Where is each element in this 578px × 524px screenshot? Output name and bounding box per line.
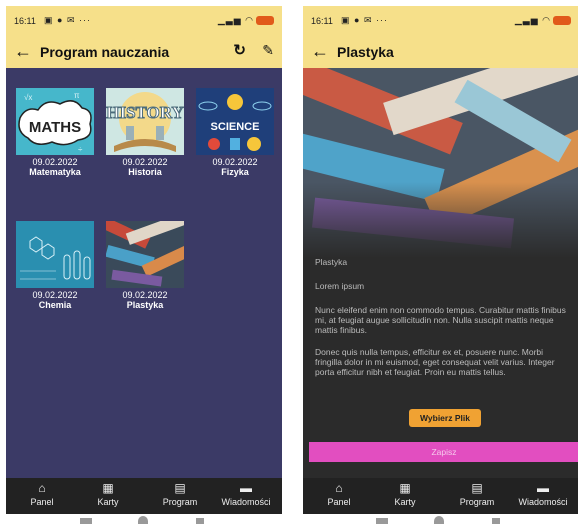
battery-icon (553, 16, 571, 26)
chemistry-cover-image (16, 221, 94, 288)
subject-card-plastyka[interactable]: 09.02.2022 Plastyka (106, 221, 184, 313)
library-icon: ▤ (174, 481, 186, 495)
pick-file-button[interactable]: Wybierz Plik (409, 409, 481, 427)
bottom-navigation: ⌂ Panel ▦ Karty ▤ Program ▬ Wiadomości (6, 478, 282, 514)
nav-item-wiadomosci[interactable]: ▬ Wiadomości (214, 481, 278, 507)
subject-card-chemia[interactable]: 09.02.2022 Chemia (16, 221, 94, 313)
notification-icons: ▣ ● ✉ ··· (341, 15, 388, 25)
message-icon: ▬ (240, 481, 252, 495)
subject-name: Matematyka (29, 167, 81, 177)
description-paragraph-1: Nunc eleifend enim non commodo tempus. C… (315, 305, 566, 335)
home-button-icon[interactable] (138, 516, 148, 524)
description-paragraph-2: Donec quis nulla tempus, efficitur ex et… (315, 347, 555, 377)
arrow-back-icon[interactable]: ← (14, 41, 32, 61)
subject-name: Plastyka (126, 300, 164, 310)
subject-name: Fizyka (221, 167, 249, 177)
maths-cover-image: MATHS √x π ÷ (16, 88, 94, 155)
subject-name: Historia (128, 167, 162, 177)
history-cover-image: HISTORY (106, 88, 184, 155)
page-title: Program nauczania (40, 44, 170, 60)
curriculum-screen: 16:11 ▣ ● ✉ ··· ▁▃▅ ◠ ← Program nauczani… (6, 6, 282, 514)
battery-icon (256, 16, 274, 26)
recent-apps-icon[interactable] (376, 518, 388, 524)
back-button-icon[interactable] (196, 518, 204, 524)
subject-detail-screen: 16:11 ▣ ● ✉ ··· ▁▃▅ ◠ ← Plastyka Plastyk… (303, 6, 578, 514)
home-icon: ⌂ (38, 481, 46, 495)
subject-subtitle: Lorem ipsum (315, 281, 365, 291)
subject-date: 09.02.2022 (32, 157, 78, 167)
subject-card-fizyka[interactable]: SCIENCE 09.02.2022 Fizyka (196, 88, 274, 180)
pencil-icon[interactable]: ✎ (262, 42, 274, 59)
app-bar: ← Program nauczania ↻ ✎ (6, 36, 282, 68)
status-time: 16:11 (311, 16, 333, 26)
brushes-cover-image (106, 221, 184, 288)
nav-item-karty[interactable]: ▦ Karty (76, 481, 140, 507)
nav-item-program[interactable]: ▤ Program (148, 481, 212, 507)
subject-hero-image (303, 68, 578, 258)
subject-date: 09.02.2022 (122, 290, 168, 300)
subject-date: 09.02.2022 (122, 157, 168, 167)
home-icon: ⌂ (335, 481, 343, 495)
arrow-back-icon[interactable]: ← (311, 41, 329, 61)
svg-text:÷: ÷ (78, 145, 83, 154)
library-icon: ▤ (471, 481, 483, 495)
notification-icons: ▣ ● ✉ ··· (44, 15, 91, 25)
subject-date: 09.02.2022 (32, 290, 78, 300)
nav-item-panel[interactable]: ⌂ Panel (307, 481, 371, 507)
subject-card-historia[interactable]: HISTORY 09.02.2022 Historia (106, 88, 184, 180)
nav-item-program[interactable]: ▤ Program (445, 481, 509, 507)
bottom-navigation: ⌂ Panel ▦ Karty ▤ Program ▬ Wiadomości (303, 478, 578, 514)
refresh-icon[interactable]: ↻ (233, 41, 246, 59)
status-time: 16:11 (14, 16, 36, 26)
subject-date: 09.02.2022 (212, 157, 258, 167)
back-button-icon[interactable] (492, 518, 500, 524)
system-navigation-bar (0, 514, 578, 524)
subject-card-matematyka[interactable]: MATHS √x π ÷ 09.02.2022 Matematyka (16, 88, 94, 180)
subject-label: Plastyka (315, 257, 348, 267)
svg-text:MATHS: MATHS (29, 119, 81, 136)
home-button-icon[interactable] (434, 516, 444, 524)
calendar-icon: ▦ (102, 481, 114, 495)
status-bar: 16:11 ▣ ● ✉ ··· ▁▃▅ ◠ (303, 6, 578, 36)
status-bar: 16:11 ▣ ● ✉ ··· ▁▃▅ ◠ (6, 6, 282, 36)
message-icon: ▬ (537, 481, 549, 495)
signal-icons: ▁▃▅ ◠ (218, 15, 274, 26)
svg-text:π: π (74, 91, 80, 100)
svg-text:√x: √x (24, 93, 32, 102)
svg-text:SCIENCE: SCIENCE (211, 121, 260, 133)
subject-name: Chemia (38, 300, 72, 310)
nav-item-wiadomosci[interactable]: ▬ Wiadomości (511, 481, 575, 507)
signal-icons: ▁▃▅ ◠ (515, 15, 571, 26)
science-cover-image: SCIENCE (196, 88, 274, 155)
nav-item-panel[interactable]: ⌂ Panel (10, 481, 74, 507)
recent-apps-icon[interactable] (80, 518, 92, 524)
svg-text:HISTORY: HISTORY (106, 103, 184, 122)
save-button[interactable]: Zapisz (309, 442, 578, 462)
nav-item-karty[interactable]: ▦ Karty (373, 481, 437, 507)
page-title: Plastyka (337, 44, 394, 60)
app-bar: ← Plastyka (303, 36, 578, 68)
calendar-icon: ▦ (399, 481, 411, 495)
